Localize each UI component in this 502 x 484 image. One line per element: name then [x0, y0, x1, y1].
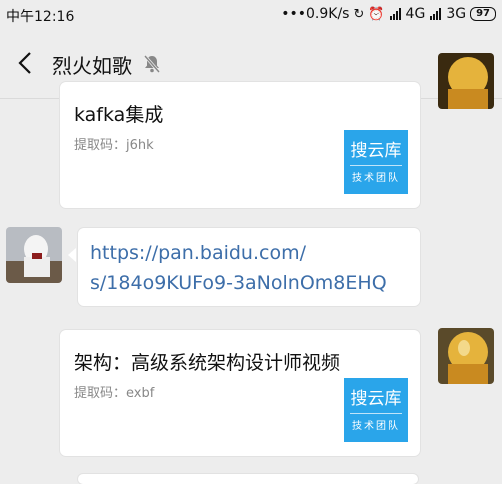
status-time: 中午12:16	[6, 9, 75, 25]
file-card[interactable]: kafka集成 提取码：j6hk 搜云库 技术团队	[60, 82, 420, 208]
avatar-self[interactable]	[438, 53, 494, 109]
status-bar: 中午12:16 •••0.9K/s ↻ ⏰ 4G 3G 97	[0, 0, 502, 30]
file-card[interactable]: 架构：高级系统架构设计师视频 提取码：exbf 搜云库 技术团队	[60, 330, 420, 456]
sync-icon: ↻	[353, 6, 365, 22]
back-arrow-icon[interactable]	[14, 50, 38, 76]
mute-bell-icon	[143, 55, 161, 73]
chat-title: 烈火如歌	[52, 54, 132, 78]
card-title: kafka集成	[74, 104, 164, 126]
baidu-pan-link-line-2[interactable]: s/184o9KUFo9-3aNolnOm8EHQ	[90, 268, 408, 298]
alarm-icon: ⏰	[368, 6, 385, 22]
partial-message-bubble[interactable]	[78, 474, 418, 484]
baidu-pan-link-line-1[interactable]: https://pan.baidu.com/	[90, 238, 408, 268]
card-extract-code: 提取码：j6hk	[74, 138, 154, 153]
card-title: 架构：高级系统架构设计师视频	[74, 352, 341, 374]
network-type-2: 3G	[446, 6, 467, 22]
network-speed: •••0.9K/s	[281, 6, 350, 22]
bubble-tail	[68, 248, 76, 262]
card-extract-code: 提取码：exbf	[74, 386, 155, 401]
souyunku-logo: 搜云库 技术团队	[344, 130, 408, 194]
avatar-self[interactable]	[438, 328, 494, 384]
battery-icon: 97	[470, 7, 496, 21]
signal-icon-2	[430, 8, 442, 20]
link-bubble[interactable]: https://pan.baidu.com/ s/184o9KUFo9-3aNo…	[78, 228, 420, 306]
signal-icon	[389, 8, 401, 20]
souyunku-logo: 搜云库 技术团队	[344, 378, 408, 442]
avatar-contact[interactable]	[6, 227, 62, 283]
avatar-contact[interactable]	[6, 474, 62, 480]
status-indicators: •••0.9K/s ↻ ⏰ 4G 3G 97	[281, 6, 496, 22]
network-type-1: 4G	[405, 6, 426, 22]
